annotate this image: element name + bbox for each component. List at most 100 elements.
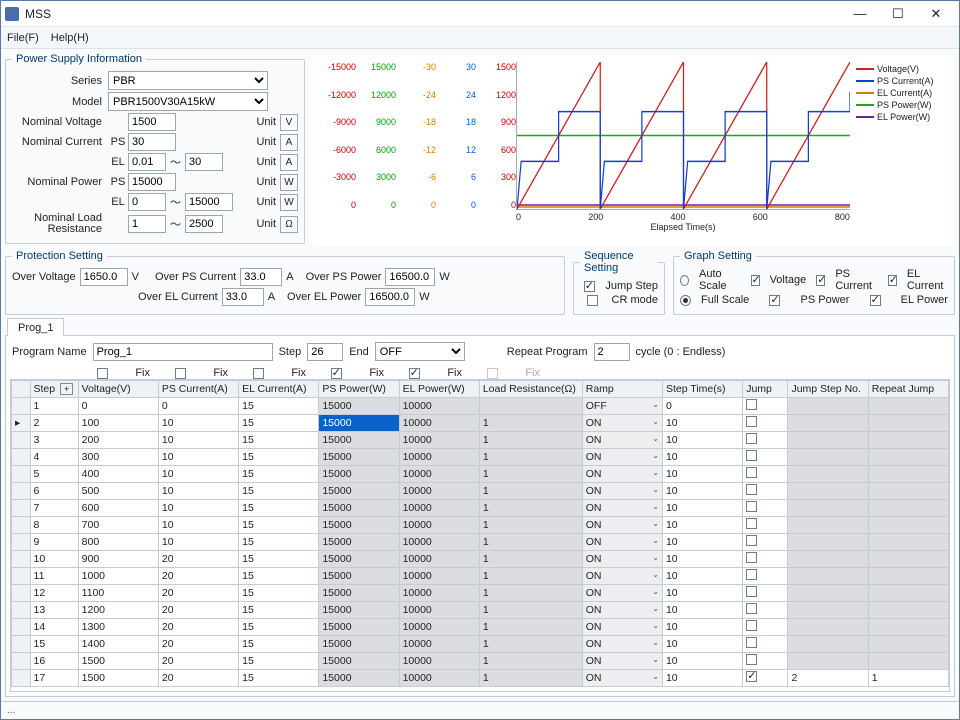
end-select[interactable]: OFF: [375, 342, 465, 361]
el-power-checkbox[interactable]: [870, 295, 881, 306]
full-scale-radio[interactable]: [680, 295, 691, 306]
row-header[interactable]: [12, 534, 31, 551]
jump-step-checkbox[interactable]: [584, 281, 595, 292]
over-ps-power-input[interactable]: [385, 268, 435, 286]
menu-help[interactable]: Help(H): [51, 32, 89, 44]
jump-checkbox[interactable]: [746, 671, 757, 682]
over-el-power-input[interactable]: [365, 288, 415, 306]
row-header[interactable]: [12, 500, 31, 517]
ramp-select[interactable]: ON⌄: [582, 415, 662, 432]
fix-checkbox[interactable]: [253, 368, 264, 379]
minimize-button[interactable]: —: [841, 2, 879, 26]
ramp-select[interactable]: ON⌄: [582, 517, 662, 534]
jump-checkbox[interactable]: [746, 535, 757, 546]
nompow-ps-input[interactable]: [128, 173, 176, 191]
voltage-checkbox[interactable]: [751, 275, 760, 286]
row-header[interactable]: [12, 483, 31, 500]
col-header[interactable]: Step Time(s): [662, 381, 742, 398]
row-header[interactable]: [12, 568, 31, 585]
ramp-select[interactable]: ON⌄: [582, 670, 662, 687]
jump-checkbox[interactable]: [746, 416, 757, 427]
row-header[interactable]: [12, 653, 31, 670]
steps-grid[interactable]: Step +Voltage(V)PS Current(A)EL Current(…: [11, 380, 949, 687]
col-header[interactable]: Jump: [743, 381, 788, 398]
repeat-input[interactable]: [594, 343, 630, 361]
nomres-hi-input[interactable]: [185, 215, 223, 233]
ps-current-checkbox[interactable]: [816, 275, 825, 286]
jump-checkbox[interactable]: [746, 484, 757, 495]
row-header[interactable]: [12, 602, 31, 619]
nomcur-el-hi-input[interactable]: [185, 153, 223, 171]
jump-checkbox[interactable]: [746, 433, 757, 444]
maximize-button[interactable]: ☐: [879, 2, 917, 26]
ramp-select[interactable]: ON⌄: [582, 619, 662, 636]
fix-checkbox[interactable]: [175, 368, 186, 379]
nompow-el-lo-input[interactable]: [128, 193, 166, 211]
nomvolt-input[interactable]: [128, 113, 176, 131]
col-header[interactable]: PS Current(A): [158, 381, 238, 398]
col-header[interactable]: EL Current(A): [239, 381, 319, 398]
over-el-current-input[interactable]: [222, 288, 264, 306]
step-count-input[interactable]: [307, 343, 343, 361]
tab-prog1[interactable]: Prog_1: [7, 318, 64, 336]
row-header[interactable]: [12, 619, 31, 636]
ramp-select[interactable]: ON⌄: [582, 466, 662, 483]
jump-checkbox[interactable]: [746, 552, 757, 563]
jump-checkbox[interactable]: [746, 518, 757, 529]
col-header[interactable]: Voltage(V): [78, 381, 158, 398]
ramp-select[interactable]: ON⌄: [582, 534, 662, 551]
ramp-select[interactable]: ON⌄: [582, 653, 662, 670]
fix-checkbox[interactable]: [409, 368, 420, 379]
close-button[interactable]: ✕: [917, 2, 955, 26]
fix-checkbox[interactable]: [97, 368, 108, 379]
nomcur-ps-input[interactable]: [128, 133, 176, 151]
over-voltage-input[interactable]: [80, 268, 128, 286]
ramp-select[interactable]: ON⌄: [582, 636, 662, 653]
ramp-select[interactable]: ON⌄: [582, 568, 662, 585]
ramp-select[interactable]: ON⌄: [582, 500, 662, 517]
jump-checkbox[interactable]: [746, 620, 757, 631]
jump-checkbox[interactable]: [746, 654, 757, 665]
row-header[interactable]: [12, 466, 31, 483]
col-header[interactable]: Load Resistance(Ω): [479, 381, 582, 398]
col-header[interactable]: EL Power(W): [399, 381, 479, 398]
col-header[interactable]: Repeat Jump: [868, 381, 948, 398]
series-select[interactable]: PBR: [108, 71, 268, 90]
ramp-select[interactable]: ON⌄: [582, 483, 662, 500]
nomcur-el-lo-input[interactable]: [128, 153, 166, 171]
row-header[interactable]: [12, 585, 31, 602]
jump-checkbox[interactable]: [746, 637, 757, 648]
fix-checkbox[interactable]: [331, 368, 342, 379]
row-header[interactable]: [12, 449, 31, 466]
ramp-select[interactable]: ON⌄: [582, 602, 662, 619]
jump-checkbox[interactable]: [746, 501, 757, 512]
col-header[interactable]: PS Power(W): [319, 381, 399, 398]
el-current-checkbox[interactable]: [888, 275, 897, 286]
col-header[interactable]: Jump Step No.: [788, 381, 868, 398]
row-header[interactable]: [12, 398, 31, 415]
ramp-select[interactable]: ON⌄: [582, 585, 662, 602]
ramp-select[interactable]: ON⌄: [582, 432, 662, 449]
col-header[interactable]: Ramp: [582, 381, 662, 398]
model-select[interactable]: PBR1500V30A15kW: [108, 92, 268, 111]
ps-power-checkbox[interactable]: [769, 295, 780, 306]
program-name-input[interactable]: [93, 343, 273, 361]
row-header[interactable]: [12, 670, 31, 687]
row-header[interactable]: [12, 551, 31, 568]
nompow-el-hi-input[interactable]: [185, 193, 233, 211]
cr-mode-checkbox[interactable]: [587, 295, 598, 306]
jump-checkbox[interactable]: [746, 586, 757, 597]
ramp-select[interactable]: OFF⌄: [582, 398, 662, 415]
jump-checkbox[interactable]: [746, 399, 757, 410]
row-header[interactable]: [12, 636, 31, 653]
row-header[interactable]: [12, 517, 31, 534]
col-header[interactable]: Step +: [30, 381, 78, 398]
menu-file[interactable]: File(F): [7, 32, 39, 44]
ramp-select[interactable]: ON⌄: [582, 449, 662, 466]
add-step-button[interactable]: +: [60, 383, 73, 395]
jump-checkbox[interactable]: [746, 603, 757, 614]
jump-checkbox[interactable]: [746, 450, 757, 461]
row-header[interactable]: ▸: [12, 415, 31, 432]
ramp-select[interactable]: ON⌄: [582, 551, 662, 568]
jump-checkbox[interactable]: [746, 569, 757, 580]
